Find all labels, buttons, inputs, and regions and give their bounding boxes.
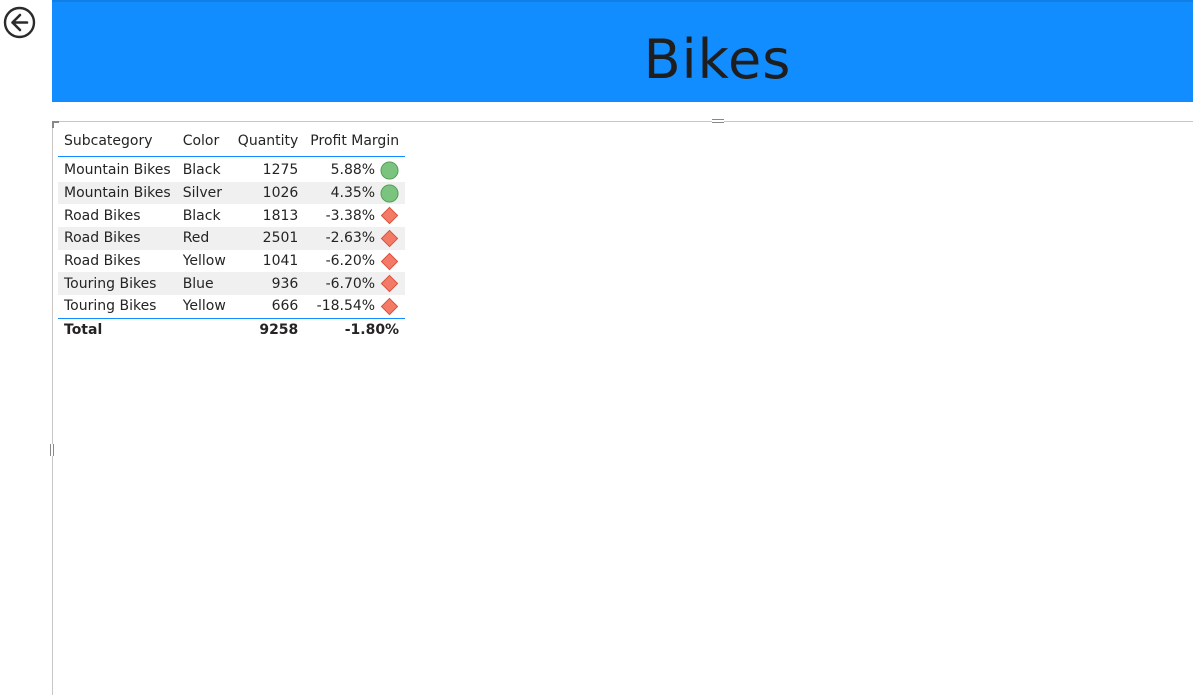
cell-profit-margin: -18.54% [304, 295, 405, 318]
page-title: Bikes [643, 28, 792, 91]
red-diamond-icon [380, 252, 399, 270]
column-header-profit-margin[interactable]: Profit Margin [304, 126, 406, 157]
total-color-cell [176, 317, 232, 341]
cell-color: Yellow [182, 298, 226, 315]
cell-subcategory: Touring Bikes [64, 298, 157, 315]
cell-profit-margin: -2.63% [304, 227, 406, 250]
profit-margin-value-group: -6.20% [326, 252, 400, 271]
cell-profit-margin: 5.88% [304, 157, 405, 182]
cell-quantity: 1275 [262, 162, 299, 179]
total-profit-margin: -1.80% [304, 317, 406, 341]
cell-subcategory: Road Bikes [58, 227, 177, 250]
total-label: Total [58, 317, 177, 341]
profit-margin-value-group: 4.35% [331, 184, 399, 203]
back-button[interactable] [3, 6, 36, 39]
cell-color: Blue [176, 272, 232, 296]
profit-margin-value: -2.63% [325, 230, 376, 247]
cell-color: Black [182, 207, 221, 224]
cell-color: Black [182, 162, 221, 179]
profit-margin-value-group: -2.63% [326, 229, 400, 248]
cell-profit-margin: -6.20% [304, 250, 405, 273]
bikes-table: Subcategory Color Quantity Profit Margin… [58, 126, 406, 341]
cell-subcategory: Mountain Bikes [64, 162, 171, 179]
cell-color: Yellow [182, 253, 226, 270]
column-header-quantity[interactable]: Quantity [231, 126, 305, 157]
cell-quantity: 1041 [262, 253, 299, 270]
profit-margin-value-group: -6.70% [326, 274, 400, 293]
profit-margin-value: 5.88% [330, 162, 376, 179]
back-arrow-circle-icon [3, 6, 36, 39]
cell-color: Silver [176, 181, 232, 205]
cell-quantity: 2501 [231, 227, 305, 250]
table-row[interactable]: Touring Bikes Yellow 666 -18.54% [58, 295, 405, 318]
cell-quantity: 936 [231, 272, 305, 296]
table-row[interactable]: Mountain Bikes Black 1275 5.88% [58, 157, 405, 182]
profit-margin-value-group: 5.88% [331, 161, 399, 180]
visual-left-resize-handle[interactable] [50, 444, 54, 456]
profit-margin-value: -18.54% [316, 298, 376, 315]
cell-subcategory: Road Bikes [64, 207, 141, 224]
cell-profit-margin: -6.70% [304, 272, 406, 296]
cell-subcategory: Road Bikes [64, 253, 141, 270]
cell-subcategory: Touring Bikes [58, 272, 177, 296]
red-diamond-icon [380, 297, 399, 316]
profit-margin-value: -3.38% [325, 207, 376, 224]
red-diamond-icon [380, 229, 399, 248]
table-body: Mountain Bikes Black 1275 5.88% Mountain Bik… [58, 157, 406, 319]
profit-margin-value-group: -18.54% [317, 297, 399, 316]
profit-margin-value-group: -3.38% [326, 206, 400, 225]
cell-color: Red [176, 227, 232, 250]
profit-margin-value: -6.70% [325, 275, 376, 292]
table-row[interactable]: Road Bikes Black 1813 -3.38% [58, 204, 405, 227]
table-row[interactable]: Touring Bikes Blue 936 -6.70% [58, 272, 406, 296]
table-row[interactable]: Mountain Bikes Silver 1026 4.35% [58, 181, 406, 205]
cell-profit-margin: -3.38% [304, 204, 405, 227]
table-header-row: Subcategory Color Quantity Profit Margin [58, 126, 406, 157]
table-row[interactable]: Road Bikes Yellow 1041 -6.20% [58, 250, 405, 273]
total-quantity: 9258 [231, 317, 305, 341]
cell-quantity: 666 [271, 298, 299, 315]
green-circle-icon [380, 184, 399, 203]
green-circle-icon [380, 161, 399, 180]
cell-quantity: 1813 [262, 207, 299, 224]
red-diamond-icon [380, 206, 399, 225]
title-banner: Bikes [52, 0, 1193, 102]
total-row: Total 9258 -1.80% [58, 317, 406, 341]
profit-margin-value: 4.35% [330, 185, 376, 202]
column-header-color[interactable]: Color [176, 126, 232, 157]
visual-top-resize-handle[interactable] [712, 119, 724, 123]
red-diamond-icon [380, 275, 399, 293]
column-header-subcategory[interactable]: Subcategory [58, 126, 177, 157]
cell-profit-margin: 4.35% [304, 181, 406, 205]
table-row[interactable]: Road Bikes Red 2501 -2.63% [58, 227, 406, 250]
profit-margin-value: -6.20% [325, 253, 376, 270]
cell-subcategory: Mountain Bikes [58, 181, 177, 205]
cell-quantity: 1026 [231, 181, 305, 205]
